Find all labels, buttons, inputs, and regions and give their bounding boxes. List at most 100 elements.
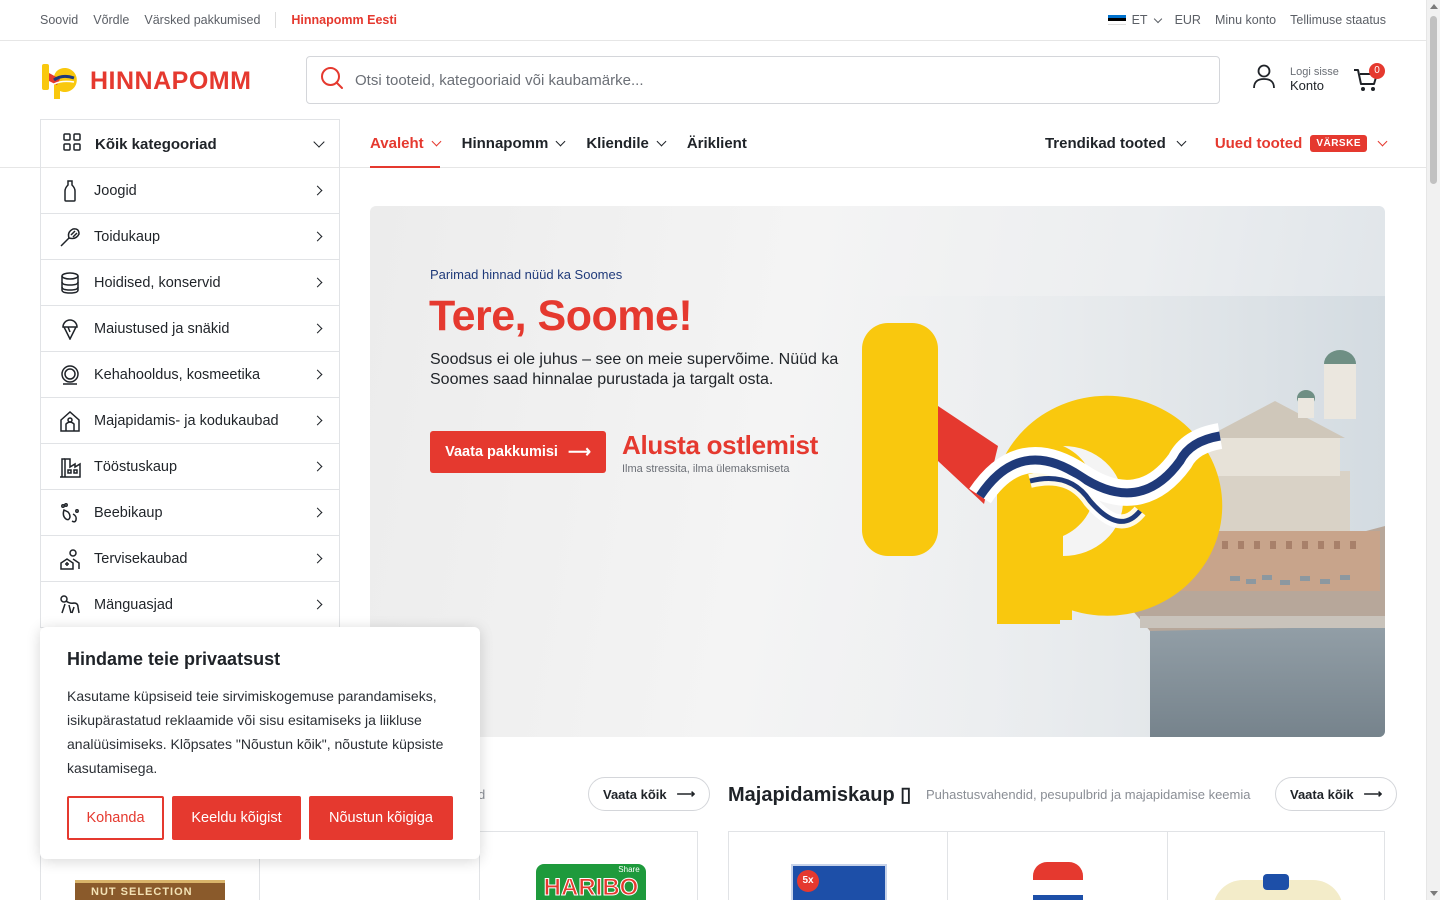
header: HINNAPOMM Logi sisse Konto 0 xyxy=(0,41,1426,119)
my-account-link[interactable]: Minu konto xyxy=(1215,13,1276,27)
all-categories-toggle[interactable]: Kõik kategooriad xyxy=(40,119,340,168)
chevron-right-icon xyxy=(312,507,323,518)
wishlist-link[interactable]: Soovid xyxy=(40,13,78,27)
chevron-right-icon xyxy=(312,185,323,196)
category-label: Tervisekaubad xyxy=(94,550,188,567)
scrollbar-thumb[interactable] xyxy=(1430,16,1437,184)
product-card[interactable]: Share HARIBO xyxy=(480,832,697,900)
user-icon xyxy=(1252,63,1276,94)
ice-cream-icon xyxy=(59,318,81,340)
category-label: Toidukaup xyxy=(94,228,161,245)
detergent-box-product-image: 5x xyxy=(791,864,887,900)
nav-hinnapomm-label: Hinnapomm xyxy=(461,135,549,152)
product-card[interactable] xyxy=(948,832,1168,900)
category-item-drinks[interactable]: Joogid xyxy=(41,168,339,214)
compare-link[interactable]: Võrdle xyxy=(93,13,129,27)
chevron-down-icon xyxy=(1377,136,1388,147)
nav-customer[interactable]: Kliendile xyxy=(586,119,667,168)
category-item-household[interactable]: Majapidamis- ja kodukaubad xyxy=(41,398,339,444)
language-value: ET xyxy=(1131,13,1148,27)
nav-customer-label: Kliendile xyxy=(586,135,649,152)
accept-all-button[interactable]: Nõustun kõigiga xyxy=(309,796,453,840)
category-item-industrial[interactable]: Tööstuskaup xyxy=(41,444,339,490)
product-card[interactable]: 5x xyxy=(729,832,949,900)
category-item-sweets[interactable]: Maiustused ja snäkid xyxy=(41,306,339,352)
fresh-offers-link[interactable]: Värsked pakkumised xyxy=(144,13,260,27)
currency-selector[interactable]: EUR xyxy=(1175,13,1201,27)
cart-icon xyxy=(1352,69,1380,97)
product-label-haribo: HARIBO xyxy=(543,874,639,900)
nav-new-products[interactable]: Uued tooted VÄRSKE xyxy=(1215,135,1388,152)
navigation-row: Kõik kategooriad Avaleht Hinnapomm Klien… xyxy=(0,119,1426,168)
order-status-link[interactable]: Tellimuse staatus xyxy=(1290,13,1386,27)
chevron-down-icon xyxy=(1176,136,1187,147)
category-item-health[interactable]: Tervisekaubad xyxy=(41,536,339,582)
language-selector[interactable]: ET xyxy=(1107,13,1162,27)
customize-button[interactable]: Kohanda xyxy=(67,796,164,840)
grid-icon xyxy=(63,133,81,155)
chevron-right-icon xyxy=(312,323,323,334)
whisk-icon xyxy=(59,226,81,248)
title-glyph-icon: ▯ xyxy=(900,784,912,806)
hero-slogan: Alusta ostlemist Ilma stressita, ilma ül… xyxy=(622,430,818,475)
cart-count-badge: 0 xyxy=(1369,63,1385,79)
category-label: Joogid xyxy=(94,182,137,199)
mirror-icon xyxy=(59,364,81,386)
cleaner-bottle-product-image xyxy=(1033,862,1084,900)
cap-shape xyxy=(1262,874,1289,890)
chevron-down-icon xyxy=(555,136,566,147)
estonia-flag-icon xyxy=(1107,14,1126,26)
nav-trending[interactable]: Trendikad tooted xyxy=(1045,135,1187,152)
view-all-button[interactable]: Vaata kõik ⟶ xyxy=(588,777,711,811)
cookie-title: Hindame teie privaatsust xyxy=(67,649,281,669)
product-label-share: Share xyxy=(618,865,640,874)
nav-hinnapomm[interactable]: Hinnapomm xyxy=(461,119,566,168)
category-label: Mänguasjad xyxy=(94,596,173,613)
main-nav: Avaleht Hinnapomm Kliendile Äriklient xyxy=(370,119,747,168)
category-label: Kehahooldus, kosmeetika xyxy=(94,366,261,383)
top-bar: Soovid Võrdle Värsked pakkumised Hinnapo… xyxy=(0,0,1426,41)
login-label: Logi sisse xyxy=(1290,65,1339,78)
nav-business[interactable]: Äriklient xyxy=(687,119,747,168)
view-all-household-button[interactable]: Vaata kõik ⟶ xyxy=(1275,777,1398,811)
nav-home[interactable]: Avaleht xyxy=(370,119,442,168)
category-item-baby[interactable]: Beebikaup xyxy=(41,490,339,536)
page-scrollbar[interactable] xyxy=(1426,0,1440,900)
account-button[interactable]: Logi sisse Konto xyxy=(1252,63,1339,94)
reject-all-button[interactable]: Keeldu kõigist xyxy=(172,796,301,840)
view-offers-button[interactable]: Vaata pakkumisi ⟶ xyxy=(430,431,606,473)
section-title-text: Majapidamiskaup xyxy=(728,784,895,806)
haribo-product-image: Share HARIBO xyxy=(535,864,646,900)
view-offers-label: Vaata pakkumisi xyxy=(445,444,558,460)
chevron-down-icon xyxy=(1153,14,1162,23)
search-bar[interactable] xyxy=(306,56,1220,104)
logo[interactable]: HINNAPOMM xyxy=(40,61,251,101)
nut-selection-product-image: NUT SELECTION xyxy=(75,880,225,900)
house-icon xyxy=(59,410,81,432)
category-label: Hoidised, konservid xyxy=(94,274,221,291)
section-subtitle-household: Puhastusvahendid, pesupulbrid ja majapid… xyxy=(926,787,1251,802)
category-item-cosmetics[interactable]: Kehahooldus, kosmeetika xyxy=(41,352,339,398)
top-right: ET EUR Minu konto Tellimuse staatus xyxy=(1107,13,1386,27)
product-card[interactable] xyxy=(1168,832,1384,900)
category-label: Tööstuskaup xyxy=(94,458,178,475)
hero-banner[interactable]: Parimad hinnad nüüd ka Soomes Tere, Soom… xyxy=(370,206,1385,737)
category-label: Maiustused ja snäkid xyxy=(94,320,230,337)
category-item-toys[interactable]: Mänguasjad xyxy=(41,582,339,628)
factory-icon xyxy=(59,456,81,478)
secondary-nav: Trendikad tooted Uued tooted VÄRSKE xyxy=(1045,119,1388,168)
chevron-right-icon xyxy=(312,461,323,472)
arrow-right-icon: ⟶ xyxy=(567,444,591,461)
category-item-preserves[interactable]: Hoidised, konservid xyxy=(41,260,339,306)
search-input[interactable] xyxy=(355,71,1155,89)
section-title-household: Majapidamiskaup ▯ xyxy=(728,782,911,807)
scroll-up-arrow-icon[interactable] xyxy=(1430,4,1438,9)
category-item-food[interactable]: Toidukaup xyxy=(41,214,339,260)
cart-button[interactable]: 0 xyxy=(1352,63,1385,97)
chevron-down-icon xyxy=(431,136,442,147)
view-all-label: Vaata kõik xyxy=(1290,786,1354,802)
product-label-nut: NUT SELECTION xyxy=(91,886,193,898)
scroll-down-arrow-icon[interactable] xyxy=(1430,891,1438,896)
hinnapomm-eesti-link[interactable]: Hinnapomm Eesti xyxy=(291,13,397,27)
search-icon[interactable] xyxy=(319,65,345,96)
